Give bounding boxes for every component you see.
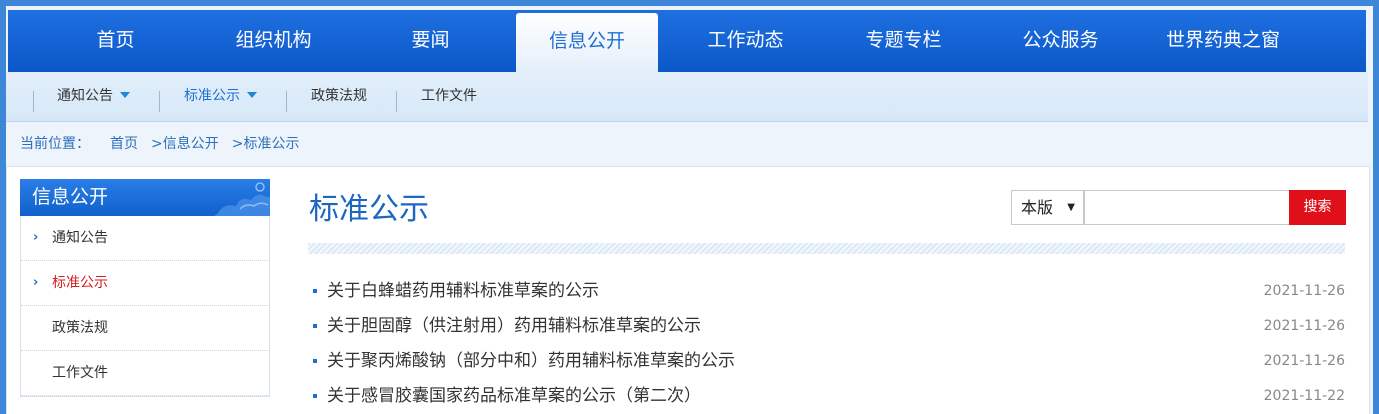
main-nav: 首页 组织机构 要闻 信息公开 工作动态 专题专栏 公众服务 世界药典之窗 [8,10,1366,73]
subnav-divider [396,91,397,112]
sidebar-item-work-documents[interactable]: 工作文件 [21,351,269,396]
sidebar-item-policies[interactable]: 政策法规 [21,306,269,351]
subnav-item-label: 标准公示 [184,88,240,104]
page-title: 标准公示 [309,192,429,227]
sidebar-item-label: 标准公示 [52,275,108,291]
news-date: 2021-11-26 [1263,318,1345,334]
subnav-item-work-documents[interactable]: 工作文件 [421,72,477,122]
subnav-item-notices[interactable]: 通知公告 [57,72,130,122]
nav-item-news[interactable]: 要闻 [363,10,498,72]
search-scope-select[interactable]: 本版 ▼ [1011,190,1084,225]
bullet-icon [313,359,317,363]
nav-item-public-service[interactable]: 公众服务 [993,10,1128,72]
sidebar-item-label: 政策法规 [52,320,108,336]
news-date: 2021-11-26 [1263,353,1345,369]
news-title[interactable]: 关于聚丙烯酸钠（部分中和）药用辅料标准草案的公示 [327,346,735,376]
news-title[interactable]: 关于感冒胶囊国家药品标准草案的公示（第二次） [327,381,701,411]
sub-nav: 通知公告 标准公示 政策法规 工作文件 [6,72,1368,122]
breadcrumb-current[interactable]: 标准公示 [243,136,299,152]
sidebar-item-label: 工作文件 [52,365,108,381]
search-input[interactable] [1084,190,1290,225]
list-item[interactable]: 关于聚丙烯酸钠（部分中和）药用辅料标准草案的公示 2021-11-26 [308,346,1345,381]
sidebar-title: 信息公开 [32,186,109,208]
subnav-divider [33,91,34,112]
news-date: 2021-11-22 [1263,388,1345,404]
subnav-item-label: 通知公告 [57,88,113,104]
nav-item-special-topics[interactable]: 专题专栏 [836,10,971,72]
nav-item-world-pharmacopoeia[interactable]: 世界药典之窗 [1148,10,1298,72]
breadcrumb-label: 当前位置： [20,136,90,152]
list-item[interactable]: 关于白蜂蜡药用辅料标准草案的公示 2021-11-26 [308,276,1345,311]
subnav-divider [286,91,287,112]
breadcrumb-separator: > [231,136,244,152]
caret-down-icon [247,92,257,98]
page-frame: 首页 组织机构 要闻 信息公开 工作动态 专题专栏 公众服务 世界药典之窗 通知… [6,6,1373,414]
sidebar: 信息公开 › 通知公告 › 标准公示 政策法规 工作文件 [20,179,270,414]
breadcrumb-separator: > [151,136,163,152]
breadcrumb-info-disclosure[interactable]: 信息公开 [163,136,219,152]
breadcrumb: 当前位置： 首页 >信息公开 >标准公示 [20,132,299,156]
title-divider [308,243,1345,254]
news-list: 关于白蜂蜡药用辅料标准草案的公示 2021-11-26 关于胆固醇（供注射用）药… [308,276,1345,414]
list-item[interactable]: 关于感冒胶囊国家药品标准草案的公示（第二次） 2021-11-22 [308,381,1345,414]
breadcrumb-home[interactable]: 首页 [110,136,138,152]
news-title[interactable]: 关于胆固醇（供注射用）药用辅料标准草案的公示 [327,311,701,341]
nav-item-home[interactable]: 首页 [48,10,183,72]
news-title[interactable]: 关于白蜂蜡药用辅料标准草案的公示 [327,276,599,306]
nav-item-organization[interactable]: 组织机构 [206,10,341,72]
chevron-right-icon: › [33,275,39,290]
subnav-divider [159,91,160,112]
nav-item-info-disclosure[interactable]: 信息公开 [516,13,658,73]
cloud-decoration-icon [214,182,270,216]
subnav-item-policies[interactable]: 政策法规 [311,72,367,122]
search-scope-value: 本版 [1021,198,1054,217]
search-button[interactable]: 搜索 [1289,190,1346,225]
sidebar-item-notices[interactable]: › 通知公告 [21,216,269,261]
chevron-right-icon: › [33,230,39,245]
caret-down-icon [120,92,130,98]
sidebar-item-label: 通知公告 [52,230,108,246]
bullet-icon [313,289,317,293]
dropdown-arrow-icon: ▼ [1067,202,1075,213]
sidebar-list: › 通知公告 › 标准公示 政策法规 工作文件 [20,216,270,397]
sidebar-item-standards[interactable]: › 标准公示 [21,261,269,306]
nav-item-work-updates[interactable]: 工作动态 [678,10,813,72]
news-date: 2021-11-26 [1263,283,1345,299]
subnav-item-standards[interactable]: 标准公示 [184,72,257,122]
bullet-icon [313,394,317,398]
sidebar-header: 信息公开 [20,179,270,216]
bullet-icon [313,324,317,328]
list-item[interactable]: 关于胆固醇（供注射用）药用辅料标准草案的公示 2021-11-26 [308,311,1345,346]
